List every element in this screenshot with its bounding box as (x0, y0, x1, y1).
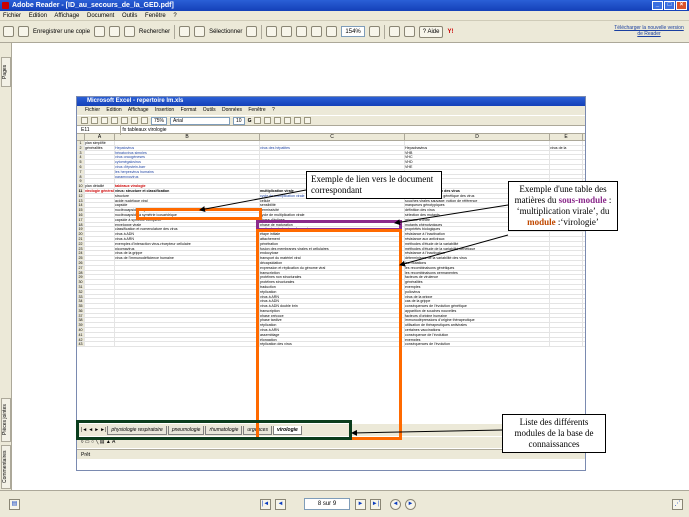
callout-module-word: module (527, 217, 556, 227)
page-number-field[interactable]: 8 sur 9 (304, 498, 350, 510)
arrow-to-modules (351, 429, 503, 436)
first-page-button[interactable]: |◄ (260, 499, 271, 510)
callout-link-example: Exemple de lien vers le document corresp… (306, 171, 442, 199)
previous-page-button[interactable]: ◄ (275, 499, 286, 510)
callout-modules-text: Liste des différents modules de la base … (514, 417, 594, 449)
arrow-to-submodule-content (399, 234, 509, 267)
next-page-button[interactable]: ► (355, 499, 366, 510)
callout-modules-list: Liste des différents modules de la base … (502, 414, 606, 453)
page-navigation-bar: ▤ |◄ ◄ 8 sur 9 ► ►| ◄ ► ⋰ (0, 490, 689, 517)
save-icon[interactable]: ▤ (9, 499, 20, 510)
resize-grip-icon[interactable]: ⋰ (672, 499, 683, 510)
arrow-to-submodule (394, 204, 509, 226)
callout-table-end: :‘virologie’ (555, 217, 599, 227)
callout-submodule-word: sous-module (558, 195, 607, 205)
callout-link-text: Exemple de lien vers le document corresp… (311, 174, 434, 195)
callout-submodule-example: Exemple d'une table des matières du sous… (508, 181, 618, 231)
arrow-to-link (199, 189, 307, 213)
last-page-button[interactable]: ►| (370, 499, 381, 510)
go-forward-icon[interactable]: ► (405, 499, 416, 510)
go-back-icon[interactable]: ◄ (390, 499, 401, 510)
